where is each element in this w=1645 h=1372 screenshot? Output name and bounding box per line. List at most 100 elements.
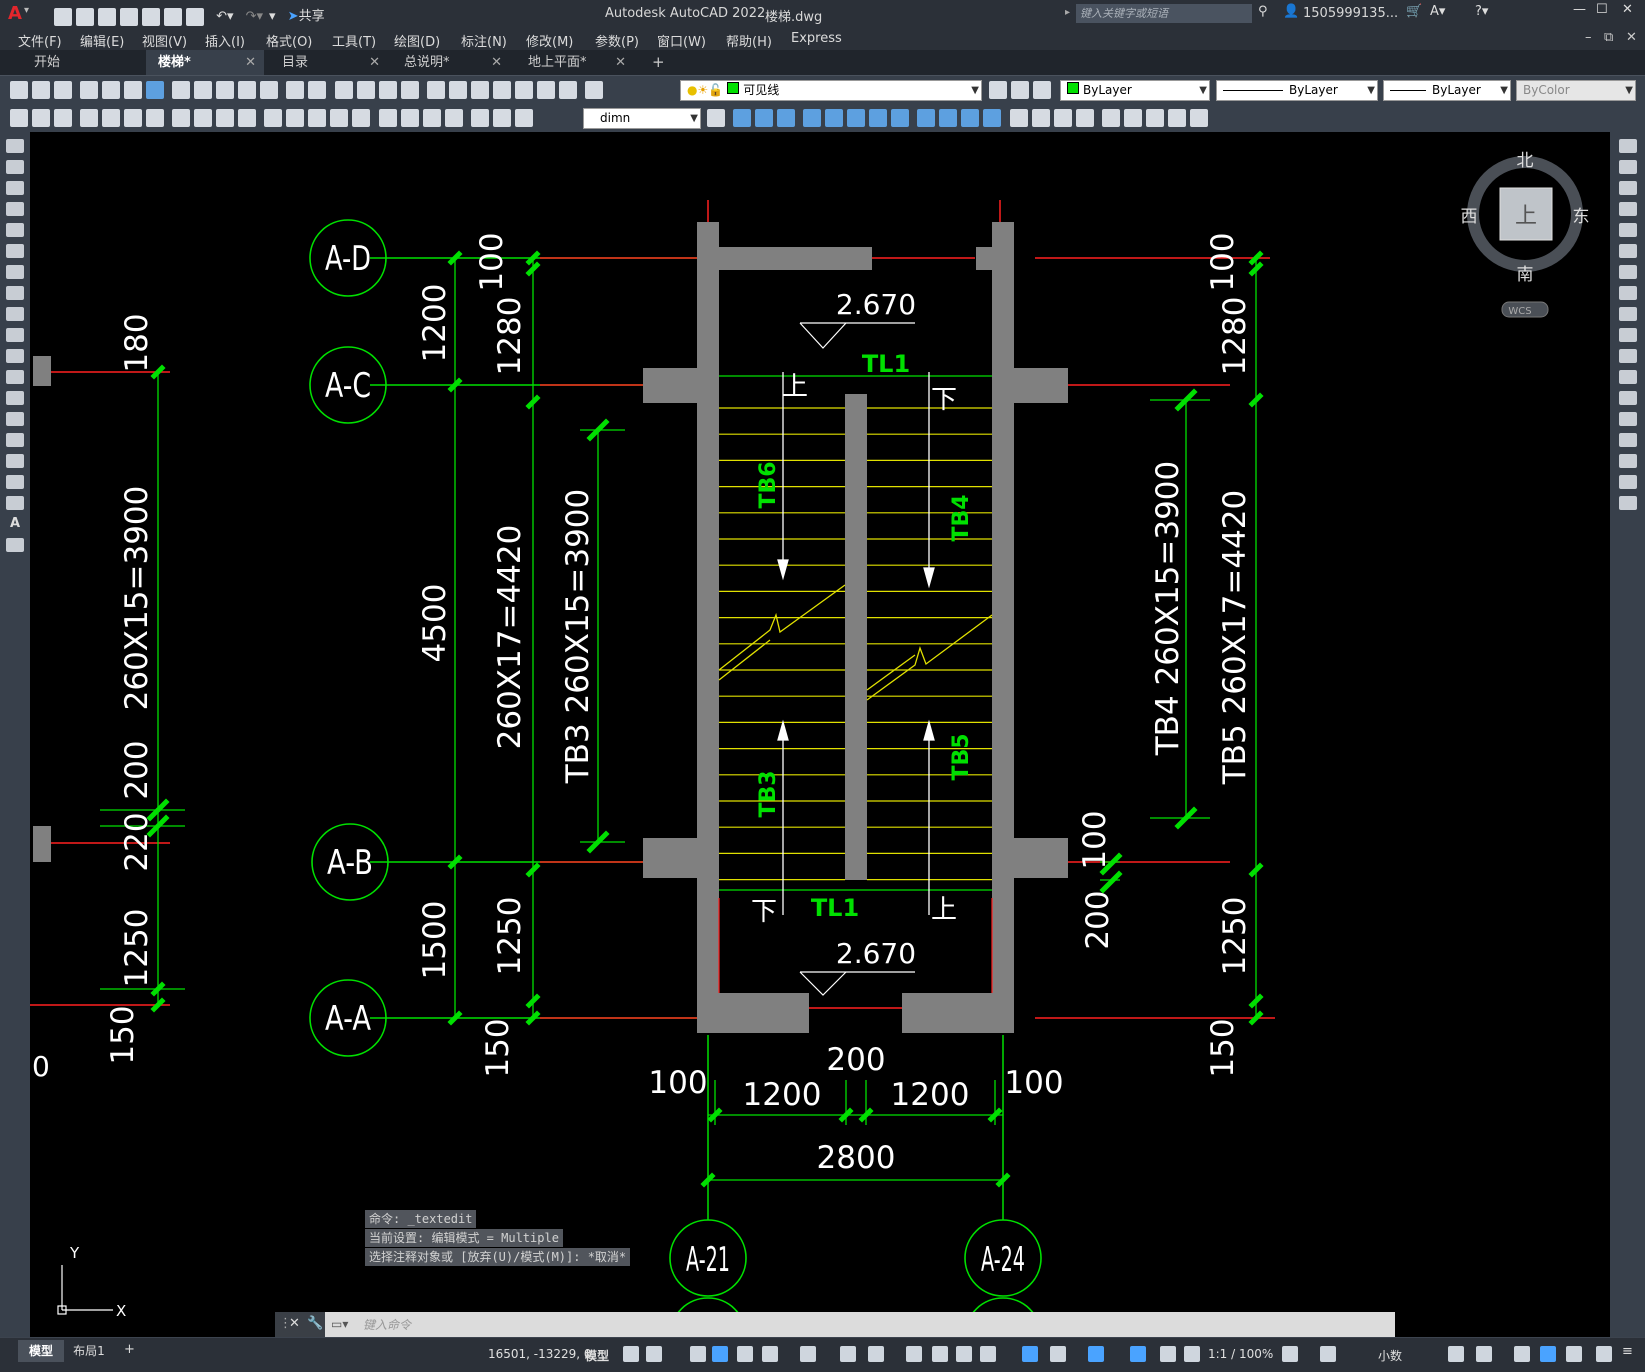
dim-space-icon[interactable] <box>330 109 349 127</box>
wcs-label[interactable]: WCS <box>1508 306 1531 317</box>
object-snap-tracking-icon[interactable] <box>840 1346 856 1362</box>
region-icon[interactable] <box>6 475 24 489</box>
rotate-icon[interactable] <box>1618 265 1637 279</box>
section-icon[interactable] <box>1189 109 1208 127</box>
design-center-icon[interactable] <box>448 81 467 99</box>
menu-dimension[interactable]: 标注(N) <box>461 31 507 50</box>
stretch-icon[interactable] <box>1618 307 1637 321</box>
cut-icon[interactable] <box>172 81 191 99</box>
box-icon[interactable] <box>733 109 752 127</box>
zoom-window-icon[interactable] <box>378 81 397 99</box>
revision-cloud-icon[interactable] <box>6 286 24 300</box>
search-expand-icon[interactable]: ▸ <box>1065 7 1070 18</box>
ellipse-arc-icon[interactable] <box>6 349 24 363</box>
maximize-icon[interactable]: ☐ <box>1596 2 1608 17</box>
layer-properties-icon[interactable] <box>584 81 603 99</box>
transparency-icon[interactable] <box>932 1346 948 1362</box>
chamfer-icon[interactable] <box>1618 433 1637 447</box>
ellipse-icon[interactable] <box>6 328 24 342</box>
block-icon[interactable] <box>32 109 50 127</box>
scale-icon[interactable] <box>1618 286 1637 300</box>
interfere-icon[interactable] <box>983 109 1002 127</box>
customize-icon[interactable]: ▾ <box>269 9 276 24</box>
hardware-acceleration-icon[interactable] <box>1540 1346 1556 1362</box>
dim-radius-icon[interactable] <box>172 109 191 127</box>
block-editor-icon[interactable] <box>260 81 279 99</box>
fillet-icon[interactable] <box>1618 454 1637 468</box>
menu-draw[interactable]: 绘图(D) <box>394 31 440 50</box>
offset-icon[interactable] <box>1618 202 1637 216</box>
layer-walk-icon[interactable] <box>54 109 72 127</box>
open-icon[interactable] <box>76 7 94 26</box>
open-web-icon[interactable] <box>142 7 160 26</box>
workspace-gear-icon[interactable] <box>1282 1346 1298 1362</box>
dim-baseline-icon[interactable] <box>286 109 305 127</box>
doc-close-icon[interactable]: ✕ <box>1626 30 1637 45</box>
add-selected-icon[interactable] <box>6 538 24 552</box>
new-icon[interactable] <box>54 7 72 26</box>
undo-icon[interactable]: ↶▾ <box>216 9 233 24</box>
ortho-icon[interactable] <box>737 1346 753 1362</box>
new-tab-icon[interactable]: + <box>652 53 665 71</box>
share-button[interactable]: 共享 <box>299 9 325 24</box>
lineweight-icon[interactable] <box>906 1346 922 1362</box>
quickcalc-icon[interactable] <box>536 81 555 99</box>
autocad-logo[interactable]: A <box>8 3 22 24</box>
circle-icon[interactable] <box>6 265 24 279</box>
menu-file[interactable]: 文件(F) <box>18 31 62 50</box>
user-name[interactable]: 1505999135... <box>1303 6 1398 21</box>
layer-dropdown[interactable]: ●☀🔓 可见线 ▼ <box>680 80 982 101</box>
undo-icon[interactable] <box>286 81 305 99</box>
sheet-set-icon[interactable] <box>492 81 511 99</box>
mirror-icon[interactable] <box>1618 181 1637 195</box>
3d-osnap-icon[interactable] <box>980 1346 996 1362</box>
union-icon[interactable] <box>755 109 774 127</box>
menu-edit[interactable]: 编辑(E) <box>80 31 124 50</box>
grid-icon[interactable] <box>623 1346 639 1362</box>
tolerance-icon[interactable] <box>378 109 397 127</box>
layer-previous-icon[interactable] <box>1011 81 1029 99</box>
help-icon[interactable]: ?▾ <box>1475 4 1488 19</box>
presspull-icon[interactable] <box>825 109 844 127</box>
menu-help[interactable]: 帮助(H) <box>726 31 772 50</box>
slice-icon[interactable] <box>917 109 936 127</box>
compass-south[interactable]: 南 <box>1517 265 1534 285</box>
tab-general-notes[interactable]: 总说明* ✕ <box>392 50 510 75</box>
copy-icon[interactable] <box>194 81 213 99</box>
selection-filter-icon[interactable] <box>1050 1346 1066 1362</box>
3dprint-icon[interactable] <box>146 81 165 99</box>
mtext-icon[interactable]: A <box>6 517 24 531</box>
dim-arc-icon[interactable] <box>124 109 143 127</box>
orbit-icon[interactable] <box>1123 109 1142 127</box>
shell-icon[interactable] <box>939 109 958 127</box>
qnew-icon[interactable] <box>10 81 28 99</box>
inspect-icon[interactable] <box>422 109 441 127</box>
isodraft-icon[interactable] <box>800 1346 816 1362</box>
open-icon[interactable] <box>32 81 50 99</box>
menu-insert[interactable]: 插入(I) <box>205 31 245 50</box>
tab-floor-plan[interactable]: 地上平面* ✕ <box>516 50 634 75</box>
menu-tools[interactable]: 工具(T) <box>332 31 376 50</box>
matchprop-icon[interactable] <box>238 81 257 99</box>
materials-icon[interactable] <box>1053 109 1072 127</box>
blend-curves-icon[interactable] <box>1618 475 1637 489</box>
tab-model[interactable]: 模型 <box>18 1340 64 1362</box>
plotstyle-dropdown[interactable]: ByColor ▼ <box>1516 80 1636 101</box>
menu-window[interactable]: 窗口(W) <box>657 31 706 50</box>
autodesk-a360-icon[interactable]: A▾ <box>1430 4 1445 19</box>
markup-icon[interactable] <box>514 81 533 99</box>
save-icon[interactable] <box>98 7 116 26</box>
explode-icon[interactable] <box>1618 496 1637 510</box>
line-icon[interactable] <box>6 139 24 153</box>
pan-icon[interactable] <box>334 81 353 99</box>
construction-line-icon[interactable] <box>6 160 24 174</box>
polar-icon[interactable] <box>762 1346 778 1362</box>
spline-icon[interactable] <box>6 307 24 321</box>
hatch-edit-icon[interactable] <box>10 109 28 127</box>
save-icon[interactable] <box>54 81 72 99</box>
share-icon[interactable]: ➤ <box>288 9 299 24</box>
properties-icon[interactable] <box>426 81 445 99</box>
auto-scale-icon[interactable] <box>1160 1346 1176 1362</box>
zoom-previous-icon[interactable] <box>400 81 419 99</box>
polygon-icon[interactable] <box>6 202 24 216</box>
